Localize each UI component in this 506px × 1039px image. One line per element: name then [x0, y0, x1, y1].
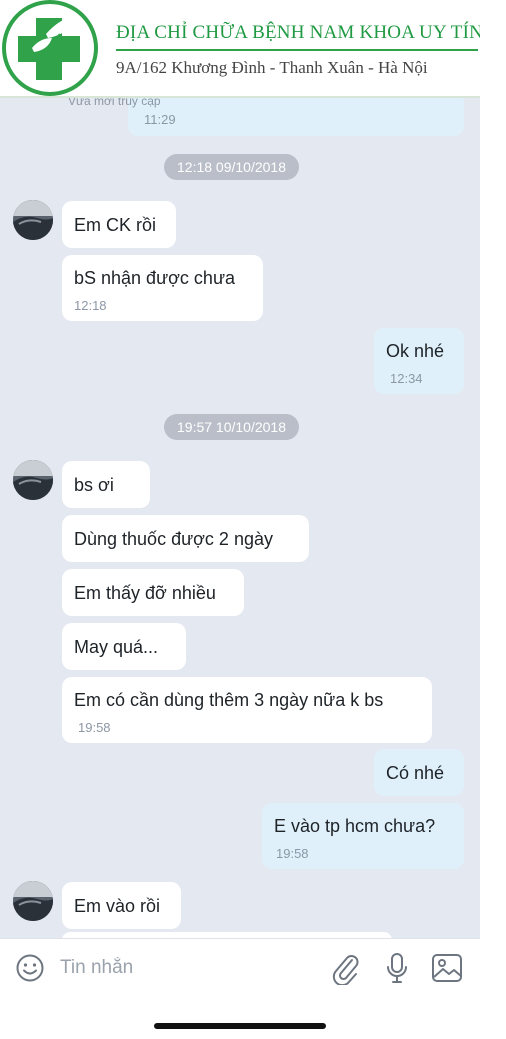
clinic-logo	[2, 0, 98, 96]
microphone-icon[interactable]	[382, 951, 412, 985]
message-composer	[0, 938, 480, 1039]
date-separator: 12:18 09/10/2018	[164, 154, 299, 180]
message-bubble-outgoing[interactable]: Ok nhé 12:34	[374, 328, 464, 394]
message-bubble-incoming[interactable]: bS nhận được chưa 12:18	[62, 255, 263, 321]
message-bubble-incoming[interactable]: Em thấy đỡ nhiều	[62, 569, 244, 616]
message-bubble-outgoing[interactable]: Có nhé	[374, 749, 464, 796]
chat-screen: Vừa mới truy cập 11:29 ĐỊA CHỈ CHỮA BỆNH…	[0, 0, 480, 1039]
avatar-image	[13, 881, 53, 921]
message-text: Dùng thuốc được 2 ngày	[74, 529, 273, 549]
message-text: E vào tp hcm chưa?	[274, 816, 436, 836]
message-time: 12:18	[74, 298, 107, 313]
message-text: Em thấy đỡ nhiều	[74, 583, 216, 603]
message-time: 12:34	[390, 371, 423, 386]
message-text: Em có cần dùng thêm 3 ngày nữa k bs	[74, 690, 384, 710]
message-bubble-incoming[interactable]: Em CK rồi	[62, 201, 176, 248]
banner-title: ĐỊA CHỈ CHỮA BỆNH NAM KHOA UY TÍN	[116, 22, 480, 43]
avatar-image	[13, 460, 53, 500]
contact-avatar[interactable]	[13, 881, 53, 921]
avatar-image	[13, 200, 53, 240]
message-bubble-incoming[interactable]: May quá...	[62, 623, 186, 670]
message-text: Ok nhé	[386, 341, 445, 361]
date-separator: 19:57 10/10/2018	[164, 414, 299, 440]
attachment-icon[interactable]	[330, 951, 360, 985]
medical-cross-leaf-icon	[18, 16, 80, 80]
message-bubble-incoming[interactable]: Em vào rồi	[62, 882, 181, 929]
message-text: bs ơi	[74, 475, 114, 495]
home-indicator[interactable]	[154, 1023, 326, 1029]
message-text: Em CK rồi	[74, 215, 157, 235]
message-bubble-incoming[interactable]: bs ơi	[62, 461, 150, 508]
clinic-banner: ĐỊA CHỈ CHỮA BỆNH NAM KHOA UY TÍN 9A/162…	[0, 0, 480, 98]
message-time: 11:29	[144, 112, 176, 127]
message-time: 19:58	[78, 720, 111, 735]
message-text: bS nhận được chưa	[74, 268, 235, 288]
page-margin	[480, 0, 506, 1039]
image-icon[interactable]	[430, 952, 464, 984]
message-bubble-incoming[interactable]: Em có cần dùng thêm 3 ngày nữa k bs 19:5…	[62, 677, 432, 743]
contact-avatar[interactable]	[13, 200, 53, 240]
message-text: Em vào rồi	[74, 896, 161, 916]
message-bubble-outgoing[interactable]: E vào tp hcm chưa? 19:58	[262, 803, 464, 869]
message-text: May quá...	[74, 637, 159, 657]
message-time: 19:58	[276, 846, 309, 861]
emoji-icon[interactable]	[15, 953, 45, 983]
message-input[interactable]	[60, 953, 310, 983]
banner-divider	[116, 49, 478, 51]
banner-address: 9A/162 Khương Đình - Thanh Xuân - Hà Nội	[116, 58, 428, 77]
message-bubble-incoming[interactable]: Dùng thuốc được 2 ngày	[62, 515, 309, 562]
contact-avatar[interactable]	[13, 460, 53, 500]
message-text: Có nhé	[386, 763, 445, 783]
message-bubble-outgoing-partial[interactable]	[128, 92, 464, 136]
